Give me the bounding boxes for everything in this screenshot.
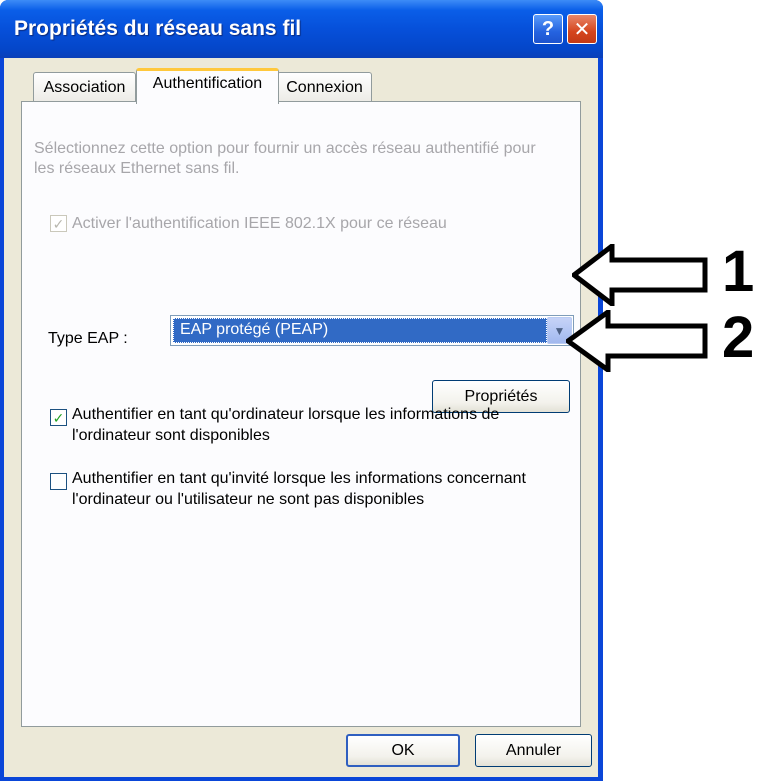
cancel-button[interactable]: Annuler [475, 734, 592, 767]
checkmark-icon: ✓ [52, 409, 65, 426]
callout-number-2: 2 [722, 305, 755, 370]
tab-association[interactable]: Association [33, 72, 136, 102]
computer-auth-checkbox[interactable]: ✓ [50, 409, 67, 426]
ieee-8021x-label: Activer l'authentification IEEE 802.1X p… [72, 215, 447, 232]
tab-authentification[interactable]: Authentification [136, 68, 279, 104]
auth-description: Sélectionnez cette option pour fournir u… [34, 140, 536, 177]
window-title: Propriétés du réseau sans fil [14, 17, 302, 40]
ok-button[interactable]: OK [346, 734, 460, 767]
title-bar[interactable]: Propriétés du réseau sans fil ? ✕ [0, 0, 603, 58]
guest-auth-checkbox[interactable] [50, 473, 67, 490]
callout-arrow-2-icon [566, 310, 708, 372]
close-icon: ✕ [573, 18, 591, 41]
eap-type-label: Type EAP : [48, 330, 128, 347]
guest-auth-label-line2: l'ordinateur ou l'utilisateur ne sont pa… [72, 491, 425, 508]
computer-auth-label-line2: l'ordinateur sont disponibles [72, 427, 270, 444]
eap-type-selected-value: EAP protégé (PEAP) [173, 318, 547, 343]
dialog-client-area: Association Connexion Authentification S… [4, 58, 598, 777]
help-button[interactable]: ? [533, 14, 563, 44]
ieee-8021x-checkbox[interactable]: ✓ [50, 215, 67, 232]
guest-auth-label-line1: Authentifier en tant qu'invité lorsque l… [72, 470, 526, 487]
computer-auth-label-line1: Authentifier en tant qu'ordinateur lorsq… [72, 406, 500, 423]
checkmark-icon: ✓ [52, 215, 65, 232]
callout-arrow-1-icon [572, 244, 708, 306]
tab-connexion[interactable]: Connexion [277, 72, 372, 102]
close-button[interactable]: ✕ [567, 14, 597, 44]
eap-type-select[interactable]: EAP protégé (PEAP) ▼ [170, 315, 574, 346]
help-icon: ? [541, 17, 555, 40]
dialog-window: Propriétés du réseau sans fil ? ✕ Associ… [0, 0, 603, 781]
callout-number-1: 1 [722, 239, 755, 304]
